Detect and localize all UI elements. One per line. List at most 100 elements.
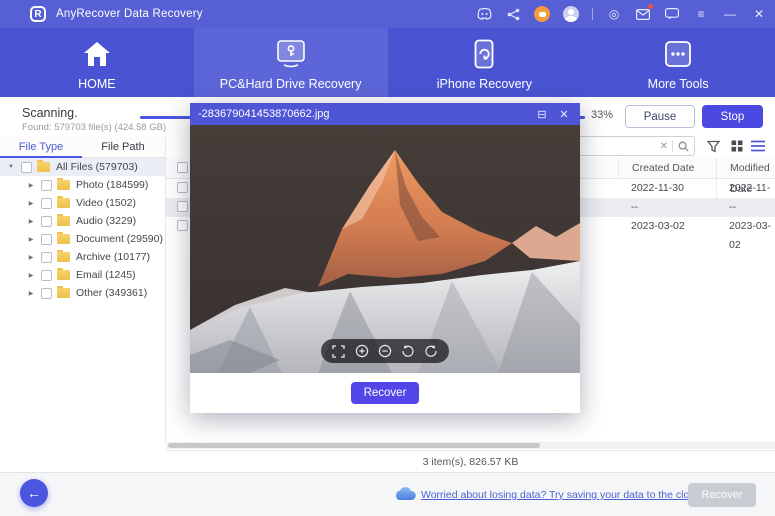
scrollbar-thumb[interactable] <box>168 443 540 448</box>
modal-close-icon[interactable]: ✕ <box>556 106 572 122</box>
tree-item-label: Other (349361) <box>76 287 147 299</box>
menu-icon[interactable]: ≡ <box>693 6 709 22</box>
tree-item-email[interactable]: ▶ Email (1245) <box>0 266 165 284</box>
cell-created-date: 2022-11-30 <box>631 179 684 198</box>
stop-button[interactable]: Stop <box>702 105 763 128</box>
tab-pc-hard-drive-recovery[interactable]: PC&Hard Drive Recovery <box>194 28 388 97</box>
share-icon[interactable] <box>505 6 521 22</box>
preview-modal-footer: Recover <box>190 373 580 413</box>
search-clear-icon[interactable]: ✕ <box>656 141 672 152</box>
titlebar-divider <box>592 8 593 20</box>
search-box: ✕ <box>577 136 695 156</box>
tree-item-all-files[interactable]: ▼ All Files (579703) <box>0 158 165 176</box>
explorer-tabs: File Type File Path <box>0 137 165 158</box>
app-logo-icon: R <box>30 6 46 22</box>
folder-icon <box>37 162 50 172</box>
footer-recover-button[interactable]: Recover <box>688 483 756 507</box>
folder-icon <box>57 270 70 280</box>
row-checkbox[interactable] <box>177 182 188 193</box>
checkbox[interactable] <box>41 198 52 209</box>
fit-screen-icon[interactable] <box>331 344 346 359</box>
tree-item-document[interactable]: ▶ Document (29590) <box>0 230 165 248</box>
close-button[interactable]: ✕ <box>751 6 767 22</box>
minimize-button[interactable]: — <box>722 6 738 22</box>
tab-home-label: HOME <box>78 77 116 91</box>
caret-right-icon[interactable]: ▶ <box>26 236 36 243</box>
cloud-icon <box>393 486 417 501</box>
cloud-backup-link[interactable]: Worried about losing data? Try saving yo… <box>421 489 701 501</box>
caret-right-icon[interactable]: ▶ <box>26 272 36 279</box>
search-icon[interactable] <box>673 141 694 152</box>
search-input[interactable] <box>578 141 656 152</box>
discord-icon[interactable] <box>476 6 492 22</box>
monitor-recovery-icon <box>274 37 308 71</box>
rotate-right-icon[interactable] <box>424 344 439 359</box>
row-checkbox[interactable] <box>177 201 188 212</box>
caret-right-icon[interactable]: ▶ <box>26 182 36 189</box>
mail-icon[interactable] <box>635 6 651 22</box>
caret-down-icon[interactable]: ▼ <box>6 164 16 170</box>
account-avatar[interactable] <box>563 6 579 22</box>
filter-icon[interactable] <box>703 137 723 155</box>
caret-right-icon[interactable]: ▶ <box>26 200 36 207</box>
tab-home[interactable]: HOME <box>0 28 194 97</box>
checkbox[interactable] <box>21 162 32 173</box>
checkbox[interactable] <box>41 234 52 245</box>
horizontal-scrollbar[interactable] <box>166 442 775 449</box>
feedback-icon[interactable] <box>664 6 680 22</box>
scan-progress-percent: 33% <box>591 109 613 121</box>
zoom-in-icon[interactable] <box>354 344 369 359</box>
checkbox[interactable] <box>41 270 52 281</box>
caret-right-icon[interactable]: ▶ <box>26 254 36 261</box>
column-created-date[interactable]: Created Date <box>618 158 716 179</box>
tree-item-label: All Files (579703) <box>56 161 138 173</box>
rotate-left-icon[interactable] <box>401 344 416 359</box>
mountain-photo <box>190 125 580 373</box>
selection-summary: 3 item(s), 826.57 KB <box>166 450 775 472</box>
checkbox[interactable] <box>41 252 52 263</box>
file-type-tree: ▼ All Files (579703) ▶ Photo (184599) ▶ … <box>0 158 165 302</box>
app-title: AnyRecover Data Recovery <box>56 8 203 20</box>
tab-pc-hard-drive-recovery-label: PC&Hard Drive Recovery <box>220 77 362 91</box>
tree-item-video[interactable]: ▶ Video (1502) <box>0 194 165 212</box>
titlebar-actions: ◎ ≡ — ✕ <box>476 0 767 28</box>
tab-file-path[interactable]: File Path <box>82 137 164 157</box>
maximize-icon[interactable]: ⊟ <box>534 106 550 122</box>
support-chat-icon[interactable] <box>534 6 550 22</box>
tab-file-type[interactable]: File Type <box>0 137 82 157</box>
checkbox[interactable] <box>41 216 52 227</box>
tab-iphone-recovery-label: iPhone Recovery <box>437 77 532 91</box>
tree-item-other[interactable]: ▶ Other (349361) <box>0 284 165 302</box>
tab-iphone-recovery[interactable]: iPhone Recovery <box>388 28 582 97</box>
row-checkbox[interactable] <box>177 220 188 231</box>
modal-recover-button[interactable]: Recover <box>351 382 419 404</box>
folder-icon <box>57 180 70 190</box>
checkbox[interactable] <box>41 180 52 191</box>
zoom-out-icon[interactable] <box>377 344 392 359</box>
main-nav: HOME PC&Hard Drive Recovery iPhone Recov… <box>0 28 775 97</box>
cell-created-date: 2023-03-02 <box>631 217 685 236</box>
select-all-checkbox[interactable] <box>177 162 188 173</box>
folder-icon <box>57 234 70 244</box>
cell-modified-date: 2023-03-02 <box>729 217 775 255</box>
cell-modified-date: -- <box>729 198 736 217</box>
grid-view-icon[interactable] <box>727 137 747 155</box>
scan-found-count: Found: 579703 file(s) (424.58 GB) <box>22 122 166 133</box>
settings-icon[interactable]: ◎ <box>606 6 622 22</box>
more-tools-icon <box>664 37 692 71</box>
list-view-icon[interactable] <box>748 137 768 155</box>
image-toolbar <box>321 339 449 363</box>
tree-item-label: Archive (10177) <box>76 251 150 263</box>
pause-button[interactable]: Pause <box>625 105 695 128</box>
caret-right-icon[interactable]: ▶ <box>26 290 36 297</box>
caret-right-icon[interactable]: ▶ <box>26 218 36 225</box>
tree-item-label: Photo (184599) <box>76 179 148 191</box>
back-button[interactable]: ← <box>20 479 48 507</box>
tree-item-audio[interactable]: ▶ Audio (3229) <box>0 212 165 230</box>
phone-recovery-icon <box>474 37 494 71</box>
preview-modal-titlebar: -283679041453870662.jpg ⊟ ✕ <box>190 103 580 125</box>
tab-more-tools[interactable]: More Tools <box>581 28 775 97</box>
tree-item-archive[interactable]: ▶ Archive (10177) <box>0 248 165 266</box>
tree-item-photo[interactable]: ▶ Photo (184599) <box>0 176 165 194</box>
checkbox[interactable] <box>41 288 52 299</box>
